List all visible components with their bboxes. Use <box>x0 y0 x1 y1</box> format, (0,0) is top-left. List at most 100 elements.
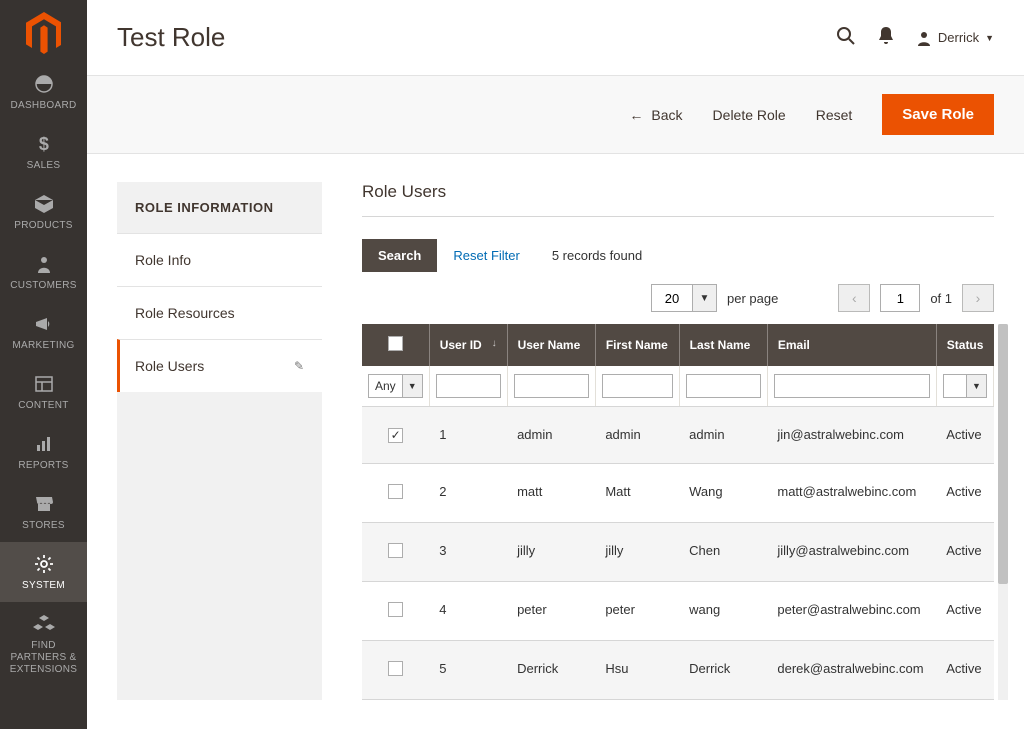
filter-row: Any▼▼ <box>362 366 994 407</box>
delete-role-button[interactable]: Delete Role <box>713 107 786 123</box>
dashboard-icon <box>33 73 55 95</box>
row-checkbox[interactable] <box>388 661 403 676</box>
tab-role-users[interactable]: Role Users✎ <box>117 339 322 392</box>
back-button[interactable]: ← Back <box>629 107 682 123</box>
col-email[interactable]: Email <box>767 324 936 366</box>
box-icon <box>33 193 55 215</box>
cell-status: Active <box>936 463 993 522</box>
save-role-button[interactable]: Save Role <box>882 94 994 135</box>
person-icon <box>33 253 55 275</box>
filter-last_name-input[interactable] <box>686 374 761 398</box>
scrollbar-thumb[interactable] <box>998 324 1008 584</box>
cell-status: Active <box>936 581 993 640</box>
role-information-tabs: ROLE INFORMATION Role InfoRole Resources… <box>117 182 322 700</box>
nav-system[interactable]: SYSTEM <box>0 542 87 602</box>
table-row[interactable]: 4peterpeterwangpeter@astralwebinc.comAct… <box>362 581 994 640</box>
search-button[interactable]: Search <box>362 239 437 272</box>
nav-find-partners-extensions[interactable]: FIND PARTNERS & EXTENSIONS <box>0 602 87 686</box>
cell-user_id: 4 <box>429 581 507 640</box>
cell-last_name: Derrick <box>679 640 767 699</box>
col-status[interactable]: Status <box>936 324 993 366</box>
arrow-left-icon: ← <box>629 107 643 123</box>
nav-reports[interactable]: REPORTS <box>0 422 87 482</box>
user-name: Derrick <box>938 30 979 45</box>
scrollbar[interactable] <box>998 324 1008 700</box>
total-pages-label: of 1 <box>930 291 952 306</box>
storefront-icon <box>33 493 55 515</box>
cell-first_name: Matt <box>595 463 679 522</box>
filter-email-input[interactable] <box>774 374 930 398</box>
nav-content[interactable]: CONTENT <box>0 362 87 422</box>
reset-button[interactable]: Reset <box>816 107 853 123</box>
col-first_name[interactable]: First Name <box>595 324 679 366</box>
cell-email: matt@astralwebinc.com <box>767 463 936 522</box>
row-checkbox[interactable] <box>388 484 403 499</box>
cell-status: Active <box>936 522 993 581</box>
col-user_name[interactable]: User Name <box>507 324 595 366</box>
cell-last_name: Chen <box>679 522 767 581</box>
cell-first_name: jilly <box>595 522 679 581</box>
per-page-select[interactable]: ▼ <box>651 284 717 312</box>
cell-email: peter@astralwebinc.com <box>767 581 936 640</box>
cubes-icon <box>33 613 55 635</box>
table-row[interactable]: 1adminadminadminjin@astralwebinc.comActi… <box>362 407 994 464</box>
megaphone-icon <box>33 313 55 335</box>
table-row[interactable]: 2mattMattWangmatt@astralwebinc.comActive <box>362 463 994 522</box>
per-page-input[interactable] <box>651 284 693 312</box>
table-row[interactable]: 5DerrickHsuDerrickderek@astralwebinc.com… <box>362 640 994 699</box>
cell-last_name: Wang <box>679 463 767 522</box>
magento-logo <box>26 12 62 48</box>
tab-role-resources[interactable]: Role Resources <box>117 286 322 339</box>
nav-customers[interactable]: CUSTOMERS <box>0 242 87 302</box>
row-checkbox[interactable] <box>388 602 403 617</box>
cell-user_id: 2 <box>429 463 507 522</box>
next-page-button[interactable]: › <box>962 284 994 312</box>
filter-first_name-input[interactable] <box>602 374 673 398</box>
cell-last_name: wang <box>679 581 767 640</box>
action-bar: ← Back Delete Role Reset Save Role <box>87 75 1024 154</box>
nav-marketing[interactable]: MARKETING <box>0 302 87 362</box>
cell-user_name: Derrick <box>507 640 595 699</box>
row-checkbox[interactable] <box>388 543 403 558</box>
filter-status-select[interactable]: ▼ <box>943 374 987 398</box>
svg-text:$: $ <box>38 134 48 154</box>
cell-user_name: peter <box>507 581 595 640</box>
current-page-input[interactable] <box>880 284 920 312</box>
row-checkbox[interactable] <box>388 428 403 443</box>
nav-sales[interactable]: $SALES <box>0 122 87 182</box>
cell-user_id: 5 <box>429 640 507 699</box>
search-icon[interactable] <box>836 26 856 49</box>
nav-products[interactable]: PRODUCTS <box>0 182 87 242</box>
role-users-table: User ID↓User NameFirst NameLast NameEmai… <box>362 324 994 700</box>
prev-page-button[interactable]: ‹ <box>838 284 870 312</box>
sort-arrow-icon: ↓ <box>492 338 497 349</box>
cell-user_id: 3 <box>429 522 507 581</box>
table-row[interactable]: 3jillyjillyChenjilly@astralwebinc.comAct… <box>362 522 994 581</box>
cell-email: jin@astralwebinc.com <box>767 407 936 464</box>
side-tabs-title: ROLE INFORMATION <box>117 182 322 233</box>
filter-user_name-input[interactable] <box>514 374 589 398</box>
gear-icon <box>33 553 55 575</box>
nav-dashboard[interactable]: DASHBOARD <box>0 62 87 122</box>
chevron-down-icon[interactable]: ▼ <box>693 284 717 312</box>
chevron-down-icon: ▼ <box>403 374 423 398</box>
select-all-checkbox[interactable] <box>388 336 403 351</box>
col-checkbox <box>362 324 429 366</box>
col-last_name[interactable]: Last Name <box>679 324 767 366</box>
col-user_id[interactable]: User ID↓ <box>429 324 507 366</box>
cell-first_name: peter <box>595 581 679 640</box>
reset-filter-link[interactable]: Reset Filter <box>453 248 519 263</box>
tab-role-info[interactable]: Role Info <box>117 233 322 286</box>
cell-status: Active <box>936 407 993 464</box>
nav-stores[interactable]: STORES <box>0 482 87 542</box>
cell-email: derek@astralwebinc.com <box>767 640 936 699</box>
user-menu[interactable]: Derrick ▼ <box>916 30 994 46</box>
cell-status: Active <box>936 640 993 699</box>
filter-any-select[interactable]: Any▼ <box>368 374 423 398</box>
layout-icon <box>33 373 55 395</box>
panel-title: Role Users <box>362 182 994 217</box>
cell-user_name: admin <box>507 407 595 464</box>
filter-user_id-input[interactable] <box>436 374 501 398</box>
cell-email: jilly@astralwebinc.com <box>767 522 936 581</box>
notifications-icon[interactable] <box>878 27 894 48</box>
